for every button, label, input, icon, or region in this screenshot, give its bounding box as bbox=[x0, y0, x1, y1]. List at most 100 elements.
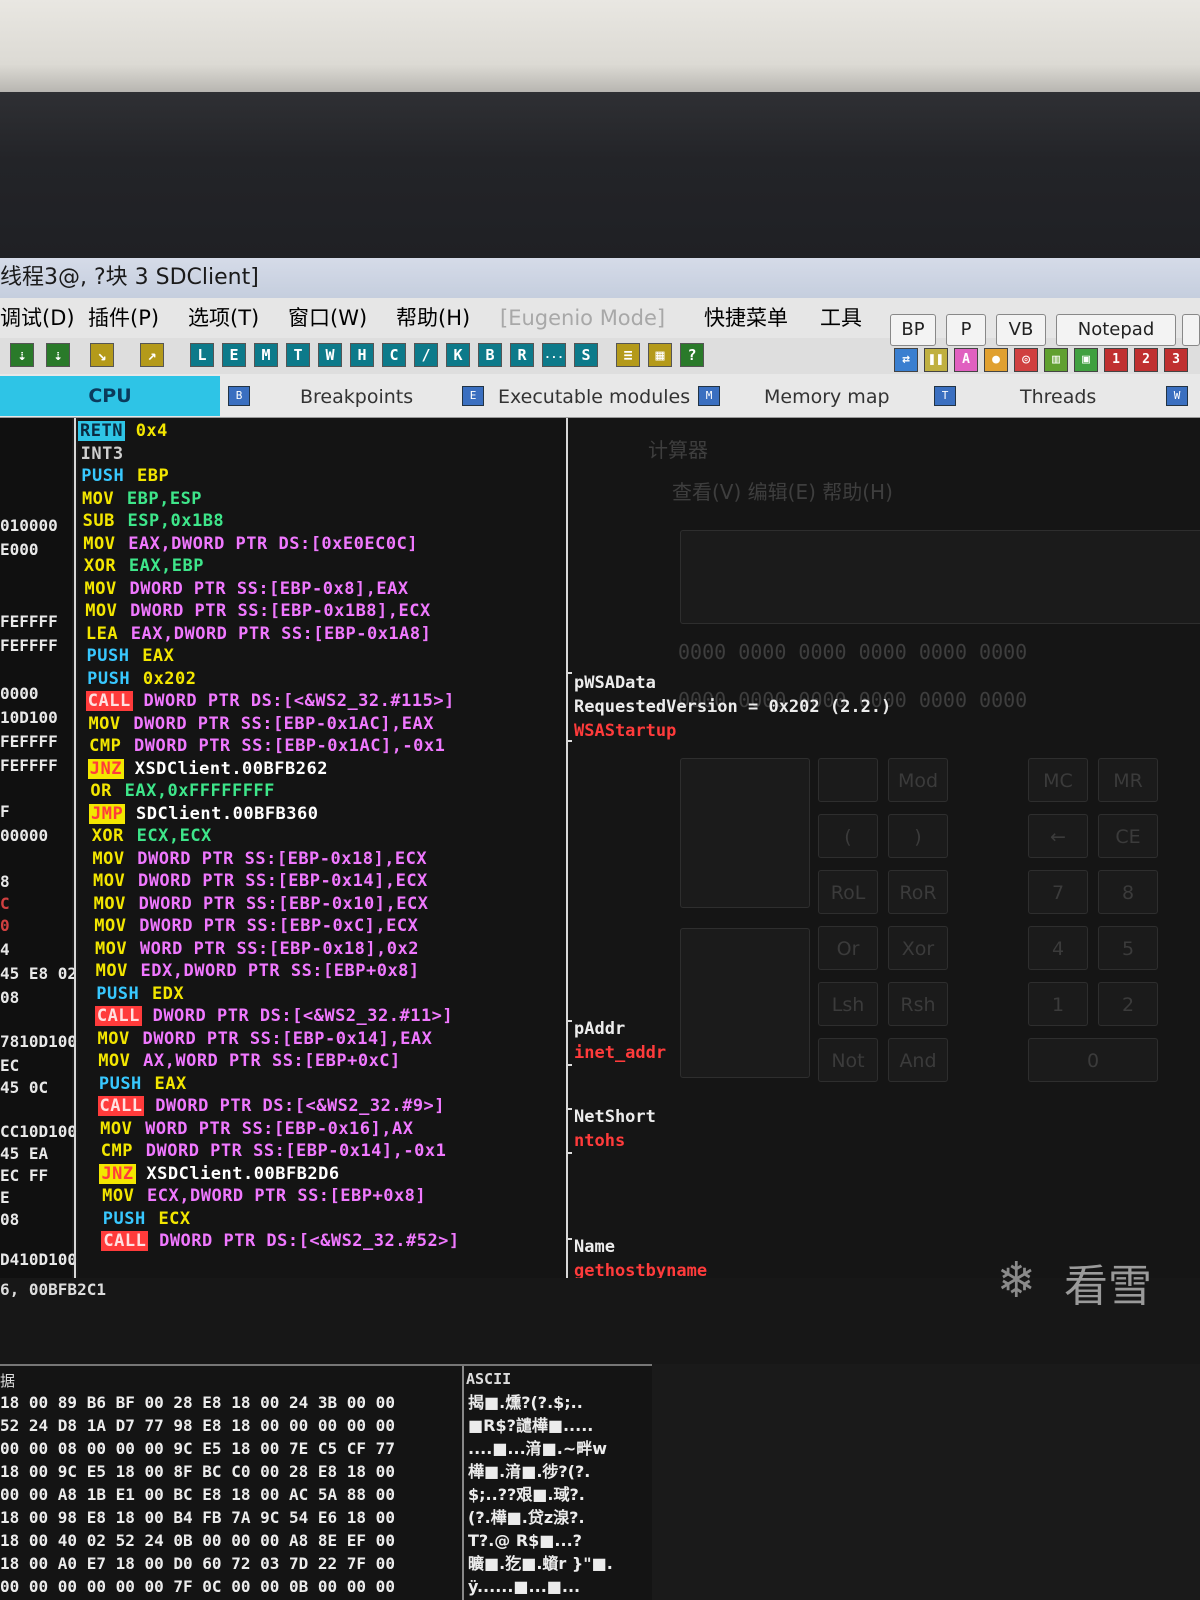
disasm-line[interactable]: XOR ECX,ECX bbox=[90, 825, 212, 848]
dump-hex-row[interactable]: 18 00 98 E8 18 00 B4 FB 7A 9C 54 E6 18 0… bbox=[0, 1507, 395, 1528]
dump-ascii-row[interactable]: $;..??艰■.琙?. bbox=[468, 1484, 585, 1505]
disasm-line[interactable]: CMP DWORD PTR SS:[EBP-0x1AC],-0x1 bbox=[87, 735, 445, 758]
dump-hex-row[interactable]: 52 24 D8 1A D7 77 98 E8 18 00 00 00 00 0… bbox=[0, 1415, 395, 1436]
disasm-line[interactable]: CALL DWORD PTR DS:[<&WS2_32.#115>] bbox=[85, 690, 455, 713]
disasm-line[interactable]: OR EAX,0xFFFFFFFF bbox=[88, 780, 275, 803]
menu-shortcut[interactable]: 快捷菜单 bbox=[704, 298, 788, 338]
disasm-line[interactable]: MOV EBP,ESP bbox=[80, 488, 202, 511]
tool-dots-icon[interactable]: ... bbox=[542, 343, 566, 367]
help-icon[interactable]: ? bbox=[680, 343, 704, 367]
tool-k-icon[interactable]: K bbox=[446, 343, 470, 367]
disasm-line[interactable]: CALL DWORD PTR DS:[<&WS2_32.#11>] bbox=[94, 1005, 453, 1028]
disasm-line[interactable]: MOV DWORD PTR SS:[EBP-0x18],ECX bbox=[90, 848, 427, 871]
tool-3-icon[interactable]: 3 bbox=[1164, 348, 1188, 372]
execute-till-icon[interactable]: ↗ bbox=[140, 343, 164, 367]
menu-help[interactable]: 帮助(H) bbox=[396, 298, 470, 338]
disasm-line[interactable]: CMP DWORD PTR SS:[EBP-0x14],-0x1 bbox=[99, 1140, 447, 1163]
disasm-line[interactable]: JNZ XSDClient.00BFB262 bbox=[87, 758, 328, 781]
disasm-line[interactable]: SUB ESP,0x1B8 bbox=[81, 510, 225, 533]
disasm-line[interactable]: MOV DWORD PTR SS:[EBP-0xC],ECX bbox=[92, 915, 418, 938]
dump-ascii-row[interactable]: T?.@ R$■...? bbox=[468, 1530, 582, 1551]
tool-t-icon[interactable]: T bbox=[286, 343, 310, 367]
tool-1-icon[interactable]: 1 bbox=[1104, 348, 1128, 372]
monitor-icon[interactable]: ▣ bbox=[1074, 348, 1098, 372]
tab-threads[interactable]: Threads bbox=[1020, 378, 1096, 416]
disasm-line[interactable]: LEA EAX,DWORD PTR SS:[EBP-0x1A8] bbox=[84, 623, 432, 646]
tool-h-icon[interactable]: H bbox=[350, 343, 374, 367]
pause-icon[interactable]: ❚❚ bbox=[924, 348, 948, 372]
dump-ascii-row[interactable]: ■R$?譴樺■..... bbox=[468, 1415, 593, 1436]
disasm-line[interactable]: MOV DWORD PTR SS:[EBP-0x8],EAX bbox=[83, 578, 409, 601]
tool-e-icon[interactable]: E bbox=[222, 343, 246, 367]
disasm-line[interactable]: CALL DWORD PTR DS:[<&WS2_32.#52>] bbox=[101, 1230, 459, 1253]
disasm-line[interactable]: MOV EDX,DWORD PTR SS:[EBP+0x8] bbox=[94, 960, 420, 983]
disasm-line[interactable]: MOV ECX,DWORD PTR SS:[EBP+0x8] bbox=[100, 1185, 426, 1208]
menu-options[interactable]: 选项(T) bbox=[188, 298, 259, 338]
tool-slash-icon[interactable]: / bbox=[414, 343, 438, 367]
dump-hex-row[interactable]: 00 00 00 00 00 00 7F 0C 00 00 0B 00 00 0… bbox=[0, 1576, 395, 1597]
tool-m-icon[interactable]: M bbox=[254, 343, 278, 367]
tab-breakpoints[interactable]: Breakpoints bbox=[300, 378, 413, 416]
tool-l-icon[interactable]: L bbox=[190, 343, 214, 367]
bp-button[interactable]: BP bbox=[890, 314, 936, 346]
menu-window[interactable]: 窗口(W) bbox=[288, 298, 367, 338]
tool-b-icon[interactable]: B bbox=[478, 343, 502, 367]
dump-hex-row[interactable]: 18 00 40 02 52 24 0B 00 00 00 A8 8E EF 0… bbox=[0, 1530, 395, 1551]
disasm-line[interactable]: PUSH ECX bbox=[101, 1208, 191, 1231]
disasm-line[interactable]: MOV WORD PTR SS:[EBP-0x16],AX bbox=[98, 1118, 413, 1141]
tool-a-icon[interactable]: A bbox=[954, 348, 978, 372]
menu-eugenio-mode[interactable]: [Eugenio Mode] bbox=[500, 298, 665, 338]
dump-ascii-row[interactable]: 曠■.犵■.蠀r }"■. bbox=[468, 1553, 613, 1574]
tool-2-icon[interactable]: 2 bbox=[1134, 348, 1158, 372]
dump-ascii-row[interactable]: 樺■.湇■.徏?(?. bbox=[468, 1461, 590, 1482]
tab-executable-modules[interactable]: Executable modules bbox=[498, 378, 690, 416]
vb-button[interactable]: VB bbox=[996, 314, 1046, 346]
run-icon[interactable]: ⇣ bbox=[10, 343, 34, 367]
disasm-line[interactable]: MOV DWORD PTR SS:[EBP-0x14],ECX bbox=[91, 870, 428, 893]
disasm-line[interactable]: MOV DWORD PTR SS:[EBP-0x14],EAX bbox=[96, 1028, 433, 1051]
tool-s-icon[interactable]: S bbox=[574, 343, 598, 367]
dump-hex-row[interactable]: 18 00 89 B6 BF 00 28 E8 18 00 24 3B 00 0… bbox=[0, 1392, 395, 1413]
dump-ascii-row[interactable]: ....■...湇■.~畔w bbox=[468, 1438, 607, 1459]
disasm-line[interactable]: MOV WORD PTR SS:[EBP-0x18],0x2 bbox=[93, 938, 419, 961]
chip-icon[interactable]: ▥ bbox=[1044, 348, 1068, 372]
disasm-line[interactable]: XOR EAX,EBP bbox=[82, 555, 204, 578]
disasm-line[interactable]: MOV AX,WORD PTR SS:[EBP+0xC] bbox=[96, 1050, 401, 1073]
disasm-line[interactable]: MOV EAX,DWORD PTR DS:[0xE0EC0C] bbox=[81, 533, 418, 556]
p-button[interactable]: P bbox=[946, 314, 986, 346]
disasm-line[interactable]: MOV DWORD PTR SS:[EBP-0x1AC],EAX bbox=[86, 713, 434, 736]
dump-ascii-row[interactable]: (?.樺■.贷z湶?. bbox=[468, 1507, 585, 1528]
menu-debug[interactable]: 调试(D) bbox=[0, 298, 75, 338]
disasm-line[interactable]: PUSH EDX bbox=[94, 983, 184, 1006]
tool-w-icon[interactable]: W bbox=[318, 343, 342, 367]
more-button[interactable] bbox=[1182, 314, 1200, 346]
refresh-icon[interactable]: ⇄ bbox=[894, 348, 918, 372]
menu-tools[interactable]: 工具 bbox=[820, 298, 862, 338]
disasm-line[interactable]: CALL DWORD PTR DS:[<&WS2_32.#9>] bbox=[97, 1095, 446, 1118]
disasm-line[interactable]: MOV DWORD PTR SS:[EBP-0x10],ECX bbox=[92, 893, 429, 916]
disasm-line[interactable]: JMP SDClient.00BFB360 bbox=[89, 803, 318, 826]
dump-ascii-row[interactable]: ÿ......■...■... bbox=[468, 1576, 580, 1597]
trace-icon[interactable]: ↘ bbox=[90, 343, 114, 367]
dump-hex-row[interactable]: 18 00 9C E5 18 00 8F BC C0 00 28 E8 18 0… bbox=[0, 1461, 395, 1482]
tool-r-icon[interactable]: R bbox=[510, 343, 534, 367]
disasm-line[interactable]: PUSH EAX bbox=[97, 1073, 187, 1096]
tab-cpu[interactable]: CPU bbox=[0, 376, 220, 416]
menu-plugins[interactable]: 插件(P) bbox=[88, 298, 159, 338]
tool-c-icon[interactable]: C bbox=[382, 343, 406, 367]
disasm-line[interactable]: PUSH 0x202 bbox=[85, 668, 196, 691]
disasm-line[interactable]: PUSH EBP bbox=[79, 465, 169, 488]
grid-icon[interactable]: ▦ bbox=[648, 343, 672, 367]
disasm-line[interactable]: RETN 0x4 bbox=[78, 420, 168, 443]
tab-memory-map[interactable]: Memory map bbox=[764, 378, 890, 416]
list-icon[interactable]: ≡ bbox=[616, 343, 640, 367]
disasm-line[interactable]: MOV DWORD PTR SS:[EBP-0x1B8],ECX bbox=[83, 600, 431, 623]
notepad-button[interactable]: Notepad bbox=[1056, 314, 1176, 346]
disasm-line[interactable]: INT3 bbox=[79, 443, 126, 466]
dump-hex-row[interactable]: 00 00 A8 1B E1 00 BC E8 18 00 AC 5A 88 0… bbox=[0, 1484, 395, 1505]
record-icon[interactable]: ● bbox=[984, 348, 1008, 372]
disasm-line[interactable]: JNZ XSDClient.00BFB2D6 bbox=[99, 1163, 339, 1186]
step-icon[interactable]: ⇣ bbox=[46, 343, 70, 367]
target-icon[interactable]: ◎ bbox=[1014, 348, 1038, 372]
disasm-line[interactable]: PUSH EAX bbox=[85, 645, 175, 668]
